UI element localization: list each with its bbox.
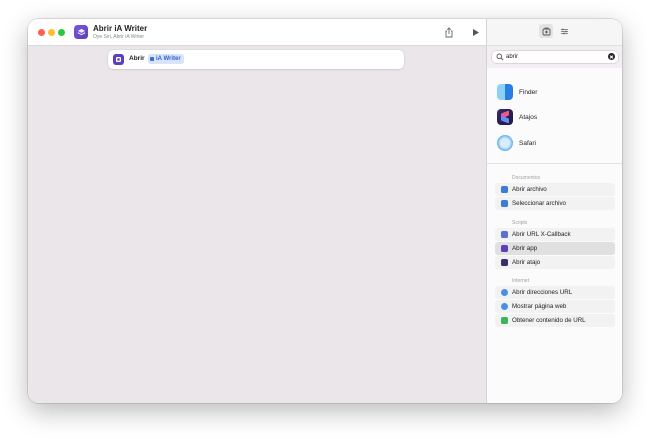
share-icon	[445, 26, 453, 37]
zoom-window-button[interactable]	[58, 29, 65, 36]
action-label: Abrir app	[512, 245, 538, 252]
search-icon	[496, 53, 504, 61]
shortcuts-window: Abrir iA Writer Oye Siri, Abrir iA Write…	[28, 19, 622, 403]
section-header-scripts: Scripts	[512, 220, 528, 226]
search-input[interactable]: abrir	[506, 54, 518, 60]
action-label: Obtener contenido de URL	[512, 317, 586, 324]
layers-icon	[77, 28, 85, 35]
editor-canvas[interactable]: Abrir iA Writer	[28, 46, 486, 403]
finder-icon	[497, 84, 513, 100]
shortcuts-icon	[497, 109, 513, 125]
action-abrir-url-x-callback[interactable]: Abrir URL X-Callback	[495, 228, 615, 241]
add-action-icon	[542, 27, 550, 35]
x-callback-icon	[501, 231, 508, 238]
app-square-icon	[501, 245, 508, 252]
title-bar: Abrir iA Writer Oye Siri, Abrir iA Write…	[28, 19, 486, 46]
settings-sliders-icon	[560, 28, 568, 34]
run-button[interactable]	[468, 25, 482, 39]
window-title[interactable]: Abrir iA Writer	[93, 24, 147, 33]
action-library-sidebar: abrir Finder Atajos Safari Documentos Ab…	[486, 19, 622, 403]
action-label: Abrir	[129, 55, 145, 62]
close-window-button[interactable]	[38, 29, 45, 36]
action-label: Abrir atajo	[512, 259, 541, 266]
app-suggestion-label: Safari	[519, 139, 536, 147]
details-tab[interactable]	[557, 24, 571, 38]
action-label: Mostrar página web	[512, 303, 567, 310]
shortcut-icon[interactable]	[74, 25, 88, 39]
open-app-action[interactable]: Abrir iA Writer	[108, 50, 404, 69]
app-suggestion-label: Finder	[519, 88, 538, 96]
app-token-label: iA Writer	[156, 56, 181, 62]
minimize-window-button[interactable]	[48, 29, 55, 36]
shortcuts-icon	[501, 259, 508, 266]
globe-icon	[501, 289, 508, 296]
app-parameter-token[interactable]: iA Writer	[148, 54, 184, 64]
section-header-internet: Internet	[512, 278, 529, 284]
play-icon	[472, 28, 479, 36]
document-icon	[501, 186, 508, 193]
app-suggestion-safari[interactable]: Safari	[497, 134, 536, 152]
library-tab[interactable]	[539, 24, 553, 38]
app-token-icon	[150, 57, 154, 61]
action-seleccionar-archivo[interactable]: Seleccionar archivo	[495, 197, 615, 210]
sidebar-toolbar	[487, 19, 622, 46]
search-area: abrir	[487, 46, 622, 68]
compass-icon	[501, 303, 508, 310]
app-suggestion-finder[interactable]: Finder	[497, 83, 537, 101]
action-label: Abrir archivo	[512, 186, 547, 193]
action-abrir-direcciones-url[interactable]: Abrir direcciones URL	[495, 286, 615, 299]
action-label: Abrir URL X-Callback	[512, 231, 571, 238]
app-square-icon	[116, 57, 121, 62]
action-label: Seleccionar archivo	[512, 200, 566, 207]
action-abrir-atajo[interactable]: Abrir atajo	[495, 256, 615, 269]
safari-icon	[497, 135, 513, 151]
sidebar-divider	[487, 163, 622, 164]
clear-search-icon[interactable]	[608, 53, 615, 60]
document-icon	[501, 200, 508, 207]
action-abrir-archivo[interactable]: Abrir archivo	[495, 183, 615, 196]
app-suggestion-atajos[interactable]: Atajos	[497, 108, 537, 126]
download-icon	[501, 317, 508, 324]
action-abrir-app[interactable]: Abrir app	[495, 242, 615, 255]
action-label: Abrir direcciones URL	[512, 289, 573, 296]
action-mostrar-pagina-web[interactable]: Mostrar página web	[495, 300, 615, 313]
window-subtitle: Oye Siri, Abrir iA Writer	[93, 34, 145, 40]
action-obtener-contenido-de-url[interactable]: Obtener contenido de URL	[495, 314, 615, 327]
open-app-action-icon	[113, 54, 124, 65]
section-header-documentos: Documentos	[512, 175, 541, 181]
search-field[interactable]: abrir	[492, 51, 618, 63]
app-suggestion-label: Atajos	[519, 113, 538, 121]
share-button[interactable]	[442, 25, 456, 39]
